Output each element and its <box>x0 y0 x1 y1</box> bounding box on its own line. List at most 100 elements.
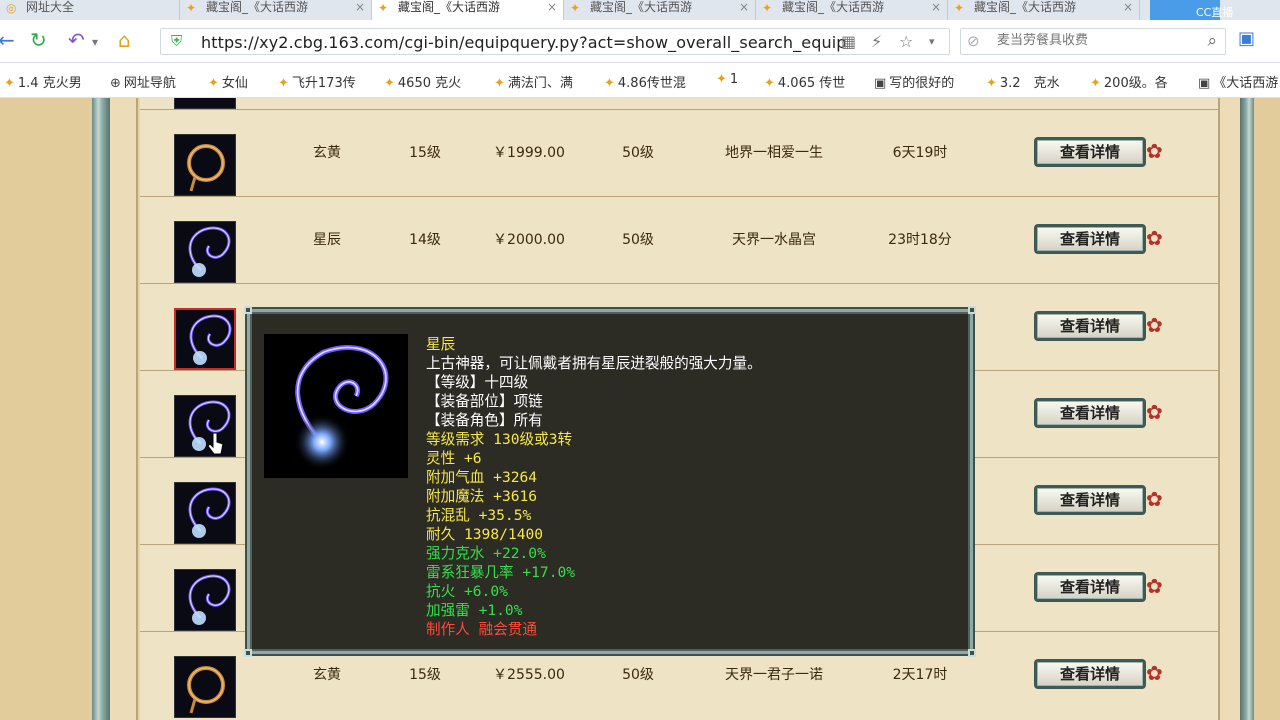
bookmark-item[interactable]: ✦ 1.4 克火男 <box>4 72 82 91</box>
corner-ornament <box>968 649 976 657</box>
item-thumbnail[interactable] <box>174 482 236 544</box>
chevron-down-icon[interactable]: ▾ <box>929 35 935 48</box>
corner-ornament <box>968 306 976 314</box>
tab-0[interactable]: ◎ 网址大全 <box>0 0 180 20</box>
item-attribute-line: 【装备部位】项链 <box>426 393 543 410</box>
bookmark-label: 3.2 克水 <box>999 76 1060 91</box>
item-attribute-line: 抗火 +6.0% <box>426 583 508 600</box>
item-name: 星辰 <box>426 336 456 353</box>
game-favicon-icon: ✦ <box>604 76 615 91</box>
item-attribute-line: 附加魔法 +3616 <box>426 488 538 505</box>
game-favicon-icon: ✦ <box>716 72 727 87</box>
home-icon[interactable]: ⌂ <box>118 28 131 52</box>
close-icon[interactable]: × <box>739 0 749 14</box>
game-favicon-icon: ✦ <box>378 1 389 15</box>
bookmark-item[interactable]: ✦ 1 <box>716 72 738 87</box>
tab-2-active[interactable]: ✦ 藏宝阁_《大话西游 × <box>372 0 564 20</box>
bookmark-label: 200级。各 <box>1103 76 1168 91</box>
view-details-button[interactable]: 查看详情 <box>1034 311 1146 341</box>
bookmark-item[interactable]: ▣ 写的很好的 <box>874 72 954 91</box>
bookmark-label: 4650 克火 <box>397 76 462 91</box>
mouse-cursor-icon <box>208 432 224 455</box>
bookmark-label: 4.065 传世 <box>777 76 846 91</box>
view-details-button[interactable]: 查看详情 <box>1034 572 1146 602</box>
table-row: 星辰 14级 ￥2000.00 50级 天界一水晶宫 23时18分 查看详情 ✿ <box>140 196 1218 283</box>
bookmark-item[interactable]: ▣ 《大话西游 <box>1198 72 1278 91</box>
refresh-icon[interactable]: ↻ <box>30 28 47 52</box>
game-favicon-icon: ✦ <box>186 1 197 15</box>
bookmark-label: 1.4 克火男 <box>17 76 82 91</box>
tassel-ornament-icon: ✿ <box>1146 400 1163 424</box>
chevron-down-icon[interactable]: ▾ <box>92 30 98 54</box>
bookmark-item[interactable]: ✦ 4.86传世混 <box>604 72 686 91</box>
necklace-icon <box>189 314 232 365</box>
close-icon[interactable]: × <box>547 0 557 14</box>
item-thumbnail[interactable] <box>174 656 236 718</box>
bookmark-item[interactable]: ✦ 4.065 传世 <box>764 72 845 91</box>
item-thumbnail[interactable] <box>174 569 236 631</box>
tab-5[interactable]: ✦ 藏宝阁_《大话西游 × <box>948 0 1140 20</box>
undo-icon[interactable]: ↶ <box>68 28 85 52</box>
address-bar[interactable]: ⛨ https://xy2.cbg.163.com/cgi-bin/equipq… <box>160 28 950 55</box>
star-icon[interactable]: ☆ <box>899 32 913 51</box>
item-attribute-line: 灵性 +6 <box>426 450 482 467</box>
item-attribute-line: 强力克水 +22.0% <box>426 545 546 562</box>
left-background <box>0 98 92 720</box>
bookmark-item[interactable]: ✦ 200级。各 <box>1090 72 1168 91</box>
view-details-button[interactable]: 查看详情 <box>1034 224 1146 254</box>
url-text[interactable]: https://xy2.cbg.163.com/cgi-bin/equipque… <box>201 33 847 52</box>
bookmark-item[interactable]: ✦ 满法门、满 <box>494 72 573 91</box>
necklace-icon <box>188 487 231 538</box>
view-details-button[interactable]: 查看详情 <box>1034 137 1146 167</box>
cell-level: 14级 <box>409 232 441 248</box>
bookmark-label: 飞升173传 <box>291 76 356 91</box>
item-attribute-line: 雷系狂暴几率 +17.0% <box>426 564 576 581</box>
close-icon[interactable]: × <box>931 0 941 14</box>
item-thumbnail[interactable] <box>174 395 236 457</box>
grid-icon[interactable]: ▦ <box>841 32 856 51</box>
item-thumbnail[interactable] <box>174 221 236 283</box>
tab-1[interactable]: ✦ 藏宝阁_《大话西游 × <box>180 0 372 20</box>
tab-4[interactable]: ✦ 藏宝阁_《大话西游 × <box>756 0 948 20</box>
item-thumbnail[interactable] <box>174 98 236 109</box>
view-details-button[interactable]: 查看详情 <box>1034 398 1146 428</box>
tab-label: 藏宝阁_《大话西游 <box>206 0 309 14</box>
lightning-icon[interactable]: ⚡ <box>871 32 882 51</box>
bookmark-item[interactable]: ✦ 4650 克火 <box>384 72 461 91</box>
search-icon[interactable]: ⌕ <box>1207 31 1217 51</box>
search-box[interactable]: ⊘ ⌕ <box>960 28 1226 55</box>
bookmark-item[interactable]: ✦ 飞升173传 <box>278 72 356 91</box>
tab-label: 藏宝阁_《大话西游 <box>974 0 1077 14</box>
view-details-button[interactable]: 查看详情 <box>1034 659 1146 689</box>
tab-3[interactable]: ✦ 藏宝阁_《大话西游 × <box>564 0 756 20</box>
tassel-ornament-icon: ✿ <box>1146 487 1163 511</box>
bookmark-label: 《大话西游 <box>1213 76 1279 91</box>
tassel-ornament-icon: ✿ <box>1146 661 1163 685</box>
cell-req: 50级 <box>622 232 654 248</box>
bookmark-label: 1 <box>729 72 739 87</box>
bookmark-item[interactable]: ⊕ 网址导航 <box>110 72 176 91</box>
bookmark-item[interactable]: ✦ 女仙 <box>208 72 248 91</box>
tab-label: 藏宝阁_《大话西游 <box>782 0 885 14</box>
tassel-ornament-icon: ✿ <box>1146 226 1163 250</box>
close-icon[interactable]: × <box>1123 0 1133 14</box>
globe-icon: ⊕ <box>110 76 121 91</box>
item-attribute-line: 耐久 1398/1400 <box>426 526 544 543</box>
cell-price: ￥2000.00 <box>493 232 565 248</box>
view-details-button[interactable]: 查看详情 <box>1034 485 1146 515</box>
cell-req: 50级 <box>622 145 654 161</box>
bookmark-item[interactable]: ✦ 3.2 克水 <box>986 72 1060 91</box>
item-thumbnail[interactable] <box>174 308 236 370</box>
item-thumbnail[interactable] <box>174 134 236 196</box>
back-arrow-icon[interactable]: ← <box>0 28 15 52</box>
extension-icon[interactable]: ▣ <box>1238 28 1255 49</box>
close-icon[interactable]: × <box>355 0 365 14</box>
corner-ornament <box>244 306 252 314</box>
necklace-icon <box>188 574 231 625</box>
cell-server: 天界一水晶宫 <box>732 232 816 248</box>
search-input[interactable] <box>997 33 1187 48</box>
shield-icon: ⛨ <box>171 32 183 50</box>
bookmark-label: 网址导航 <box>123 76 176 91</box>
item-attribute-line: 加强雷 +1.0% <box>426 602 523 619</box>
bookmark-label: 4.86传世混 <box>617 76 686 91</box>
